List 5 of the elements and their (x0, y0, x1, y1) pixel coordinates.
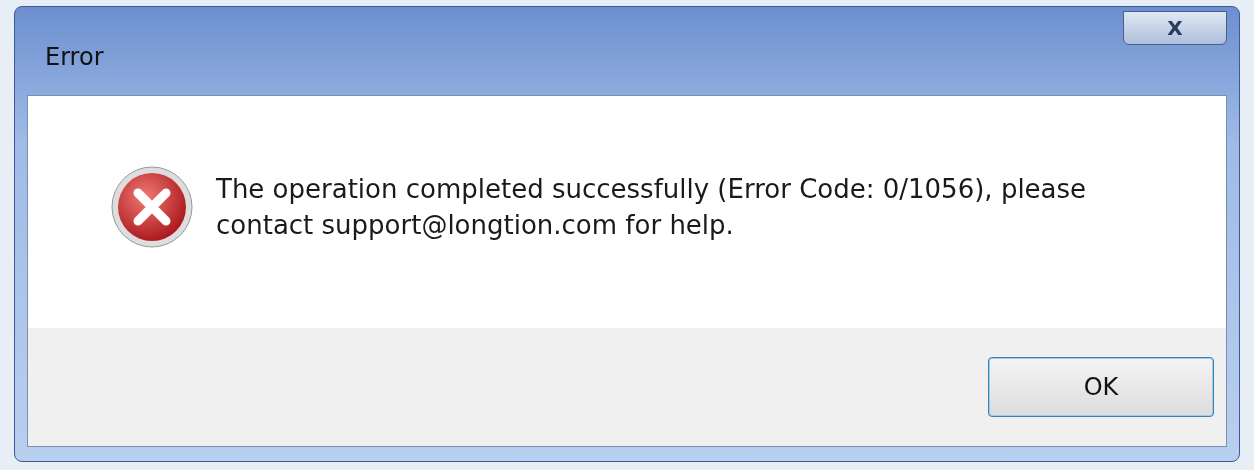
close-button[interactable]: X (1123, 11, 1227, 45)
error-icon (110, 165, 194, 249)
ok-button[interactable]: OK (988, 357, 1214, 417)
window-title: Error (45, 43, 104, 71)
error-message: The operation completed successfully (Error Code: 0/1056), please contact support@longtion.com for help. (216, 173, 1088, 242)
